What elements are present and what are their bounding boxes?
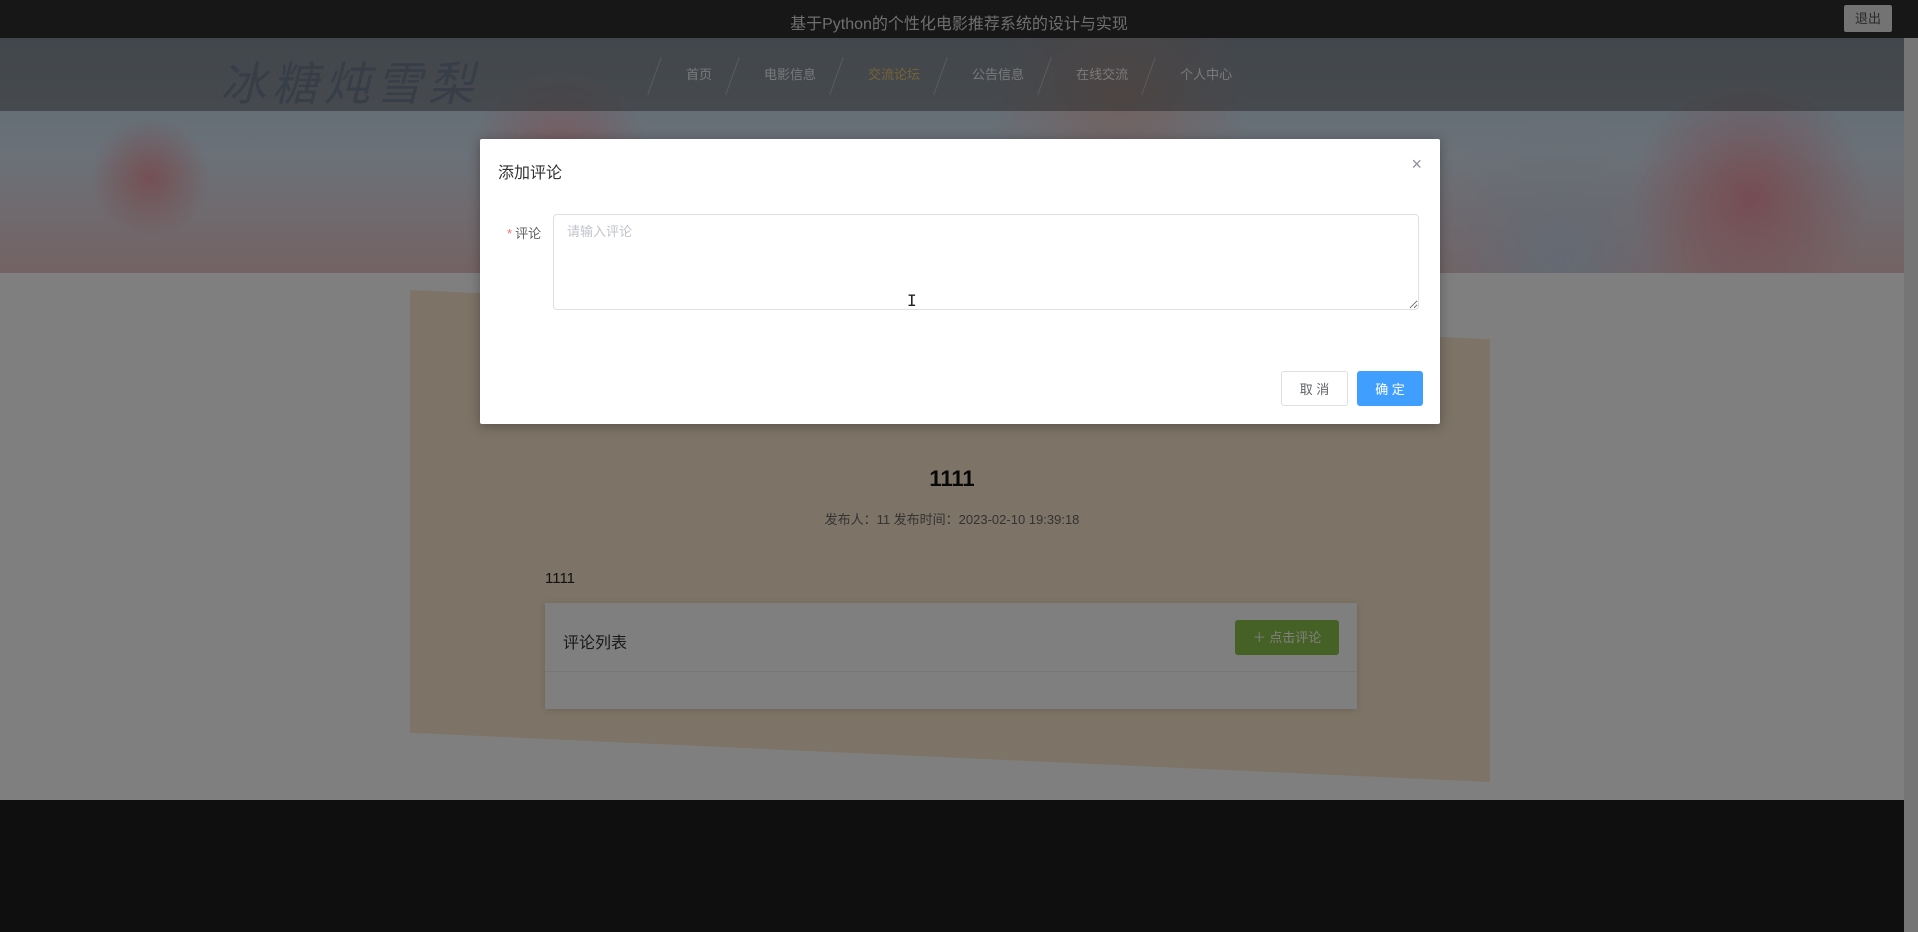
dialog-title: 添加评论 (498, 165, 563, 182)
comment-field-label: * 评论 (507, 223, 541, 242)
required-mark: * (507, 226, 513, 241)
text-cursor-icon: I (907, 291, 917, 310)
confirm-button[interactable]: 确 定 (1357, 371, 1423, 406)
comment-field-label-text: 评论 (515, 226, 542, 241)
add-comment-dialog: 添加评论 × *评论 I 取 消 确 定 (480, 139, 1440, 424)
close-icon[interactable]: × (1411, 155, 1422, 173)
comment-textarea[interactable] (553, 214, 1419, 310)
cancel-button[interactable]: 取 消 (1281, 371, 1348, 406)
